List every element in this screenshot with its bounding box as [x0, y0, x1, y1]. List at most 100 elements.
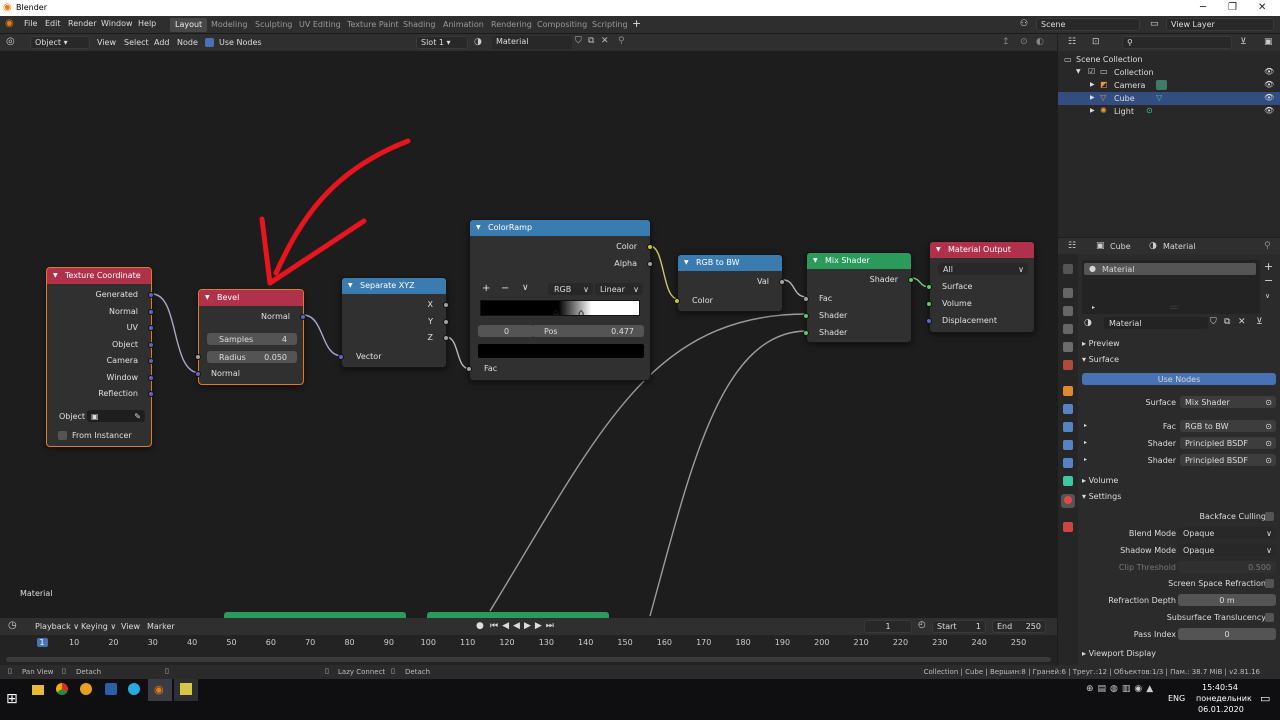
node-header[interactable]: ▼ RGB to BW	[678, 255, 782, 271]
language-indicator[interactable]: ENG	[1168, 694, 1185, 703]
outliner-row-light[interactable]: ▶ ✺ Light ⊙ 👁	[1058, 105, 1280, 118]
socket-y[interactable]	[443, 319, 449, 325]
tab-scripting[interactable]: Scripting	[587, 18, 633, 32]
view-layer-icon[interactable]: ▭	[1150, 19, 1159, 29]
fake-user-icon[interactable]: ⛉	[575, 36, 582, 46]
stop-marker-active-icon[interactable]: ⌂	[578, 308, 584, 319]
node-header[interactable]: ▼ Material Output	[930, 242, 1034, 258]
socket-fac[interactable]	[466, 366, 472, 372]
menu-marker[interactable]: Marker	[147, 622, 175, 631]
expand-icon[interactable]: ▸	[1092, 304, 1095, 311]
tab-shading[interactable]: Shading	[398, 18, 441, 32]
node-header[interactable]: ▼ Texture Coordinate	[47, 268, 151, 284]
node-header[interactable]: ▼ Bevel	[199, 290, 303, 306]
pin-icon[interactable]: ⚲	[1264, 241, 1271, 251]
material-selector[interactable]: Material	[492, 36, 572, 49]
duplicate-icon[interactable]: ⧉	[588, 36, 594, 46]
node-bevel[interactable]: ▼ Bevel Normal Samples 4 Radius 0.050 Norma…	[195, 289, 306, 385]
tab-layout[interactable]: Layout	[170, 18, 208, 32]
current-frame-field[interactable]: 1	[864, 620, 912, 633]
socket-displacement[interactable]	[926, 318, 932, 324]
eye-icon[interactable]: 👁	[1264, 80, 1274, 89]
outliner-row-scene-collection[interactable]: ▭ Scene Collection	[1058, 53, 1280, 66]
material-name-field[interactable]: Material	[1104, 317, 1208, 329]
clock-date[interactable]: 06.01.2020	[1198, 705, 1244, 714]
subsurface-checkbox[interactable]	[1265, 613, 1274, 622]
socket-object[interactable]	[148, 342, 154, 348]
stop-marker-icon[interactable]: ⌂	[553, 308, 559, 318]
expand-icon[interactable]: ▶	[1090, 81, 1095, 88]
duplicate-icon[interactable]: ⧉	[1224, 317, 1230, 327]
tab-rendering[interactable]: Rendering	[486, 18, 537, 32]
outliner-row-camera[interactable]: ▶ ◩ Camera 👁	[1058, 79, 1280, 92]
socket-window[interactable]	[148, 375, 154, 381]
object-field[interactable]: ▣ ✎	[87, 410, 145, 422]
collapse-icon[interactable]: ▼	[936, 246, 941, 253]
material-slot-list[interactable]: ● Material ▸ ::::	[1082, 260, 1260, 314]
collapse-icon[interactable]: ▼	[205, 294, 210, 301]
tab-modeling[interactable]: Modeling	[206, 18, 252, 32]
collapse-icon[interactable]: ▼	[348, 282, 353, 289]
tool-tab-icon[interactable]	[1063, 264, 1073, 274]
pass-index-field[interactable]: 0	[1178, 628, 1276, 640]
chrome-icon[interactable]	[56, 683, 68, 695]
record-icon[interactable]: ●	[476, 621, 484, 631]
telegram-icon[interactable]	[128, 683, 140, 695]
ssr-checkbox[interactable]	[1265, 579, 1274, 588]
stop-color-swatch[interactable]	[478, 344, 644, 358]
node-editor-canvas[interactable]: ▼ Texture Coordinate Generated Normal UV …	[0, 51, 1057, 618]
remove-stop-button[interactable]: −	[501, 283, 509, 294]
menu-edit[interactable]: Edit	[45, 19, 61, 28]
blender-logo-icon[interactable]: ◉	[5, 18, 14, 29]
tab-animation[interactable]: Animation	[438, 18, 489, 32]
timeline-body[interactable]: 1 10 20 30 40 50 60 70 80 90 100 110 120 130 140 150 160…	[0, 635, 1057, 665]
windows-start-icon[interactable]: ⊞	[6, 691, 18, 707]
menu-add[interactable]: Add	[154, 38, 170, 47]
unlink-icon[interactable]: ✕	[1238, 317, 1246, 327]
notifications-icon[interactable]: ▭	[1260, 692, 1270, 705]
menu-select[interactable]: Select	[124, 38, 149, 47]
expand-icon[interactable]: ▶	[1090, 94, 1095, 101]
world-tab-icon[interactable]	[1063, 360, 1073, 370]
surface-shader-field[interactable]: Mix Shader ⊙	[1180, 396, 1276, 408]
menu-node[interactable]: Node	[177, 38, 198, 47]
outliner-row-cube[interactable]: ▶ ▽ Cube ▽ 👁	[1058, 92, 1280, 105]
node-colorramp[interactable]: ▼ ColorRamp Color Alpha + − ∨ RGB ∨ Linear…	[466, 219, 653, 381]
filter-icon[interactable]: ⊻	[1240, 37, 1247, 47]
section-settings[interactable]: ▾ Settings	[1082, 492, 1121, 501]
add-workspace-button[interactable]: +	[632, 17, 641, 30]
socket-val[interactable]	[779, 279, 785, 285]
node-separate-xyz[interactable]: ▼ Separate XYZ X Y Z Vector	[338, 277, 449, 368]
collapse-icon[interactable]: ▼	[53, 272, 58, 279]
tab-sculpting[interactable]: Sculpting	[250, 18, 297, 32]
color-ramp-gradient[interactable]	[480, 300, 640, 316]
use-nodes-button[interactable]: Use Nodes	[1082, 373, 1276, 385]
checkbox-icon[interactable]: ☑	[1088, 67, 1095, 76]
collapse-icon[interactable]: ▼	[813, 257, 818, 264]
clock-day[interactable]: понедельник	[1196, 694, 1252, 703]
tab-uv-editing[interactable]: UV Editing	[294, 18, 346, 32]
remove-slot-button[interactable]: −	[1264, 274, 1273, 287]
eye-icon[interactable]: 👁	[1264, 93, 1274, 102]
node-header[interactable]: ▼ ColorRamp	[470, 220, 650, 236]
material-browse-icon[interactable]: ◑	[1084, 318, 1092, 328]
material-slot-row[interactable]: ● Material	[1084, 263, 1256, 275]
render-tab-icon[interactable]	[1063, 288, 1073, 298]
node-header[interactable]: ▼ Mix Shader	[807, 253, 911, 269]
socket-uv[interactable]	[148, 325, 154, 331]
socket-fac[interactable]	[803, 296, 809, 302]
slot-dropdown[interactable]: Slot 1 ▾	[416, 36, 468, 49]
blender-taskbar-button[interactable]: ◉	[148, 679, 172, 701]
object-tab-icon[interactable]	[1063, 386, 1073, 396]
output-tab-icon[interactable]	[1063, 306, 1073, 316]
node-material-output[interactable]: ▼ Material Output All ∨ Surface Volume Dis…	[926, 241, 1035, 333]
node-header[interactable]: ▼ Separate XYZ	[342, 278, 446, 294]
backface-culling-checkbox[interactable]	[1265, 512, 1274, 521]
menu-keying[interactable]: Keying ∨	[81, 622, 116, 631]
display-mode-icon[interactable]: ⊡	[1092, 37, 1100, 47]
shader-1-field[interactable]: Principled BSDF ⊙	[1180, 437, 1276, 449]
mode-dropdown[interactable]: Object ▾	[30, 36, 90, 49]
socket-shader-out[interactable]	[908, 277, 914, 283]
from-instancer-checkbox[interactable]	[58, 431, 67, 440]
shading-type-icon[interactable]: ⊻	[1256, 317, 1263, 327]
